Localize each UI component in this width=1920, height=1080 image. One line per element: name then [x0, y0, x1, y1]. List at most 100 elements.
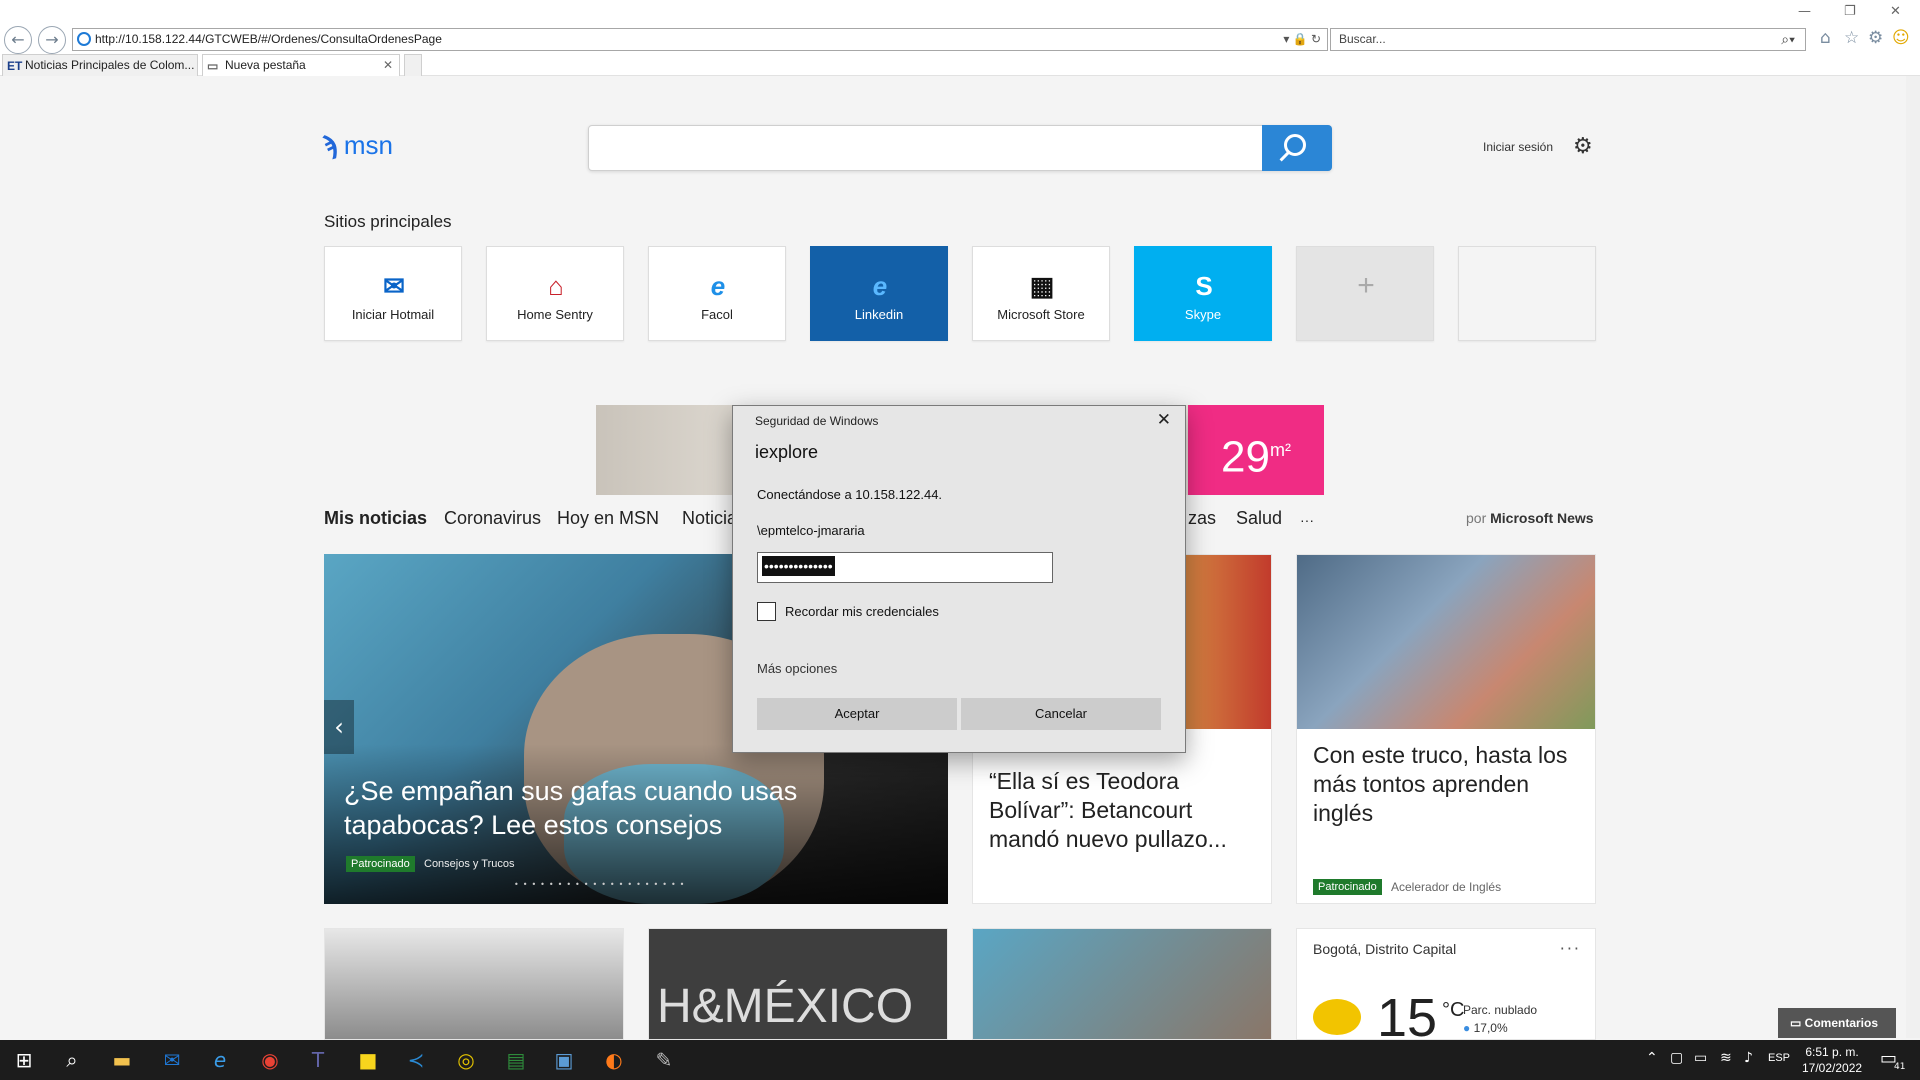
store-icon: ▦: [1029, 271, 1055, 301]
close-window-icon[interactable]: ✕: [1890, 4, 1901, 19]
card-source: Acelerador de Inglés: [1391, 880, 1502, 894]
search-icon: [1284, 134, 1306, 156]
favorites-star-icon[interactable]: ☆: [1844, 28, 1859, 48]
por-microsoft-news: por Microsoft News: [1466, 510, 1594, 526]
address-tools-icon[interactable]: ▾ 🔒 ↻: [1283, 29, 1321, 50]
new-tab-button[interactable]: [404, 54, 422, 76]
cancel-button[interactable]: Cancelar: [961, 698, 1161, 730]
droplet-icon: ●: [1463, 1021, 1471, 1035]
tile-label: Linkedin: [854, 307, 904, 322]
tile-linkedin[interactable]: e Linkedin: [810, 246, 948, 341]
nav-mis-noticias[interactable]: Mis noticias: [324, 508, 427, 529]
weather-card[interactable]: Bogotá, Distrito Capital ··· 15 °C Parc.…: [1296, 928, 1596, 1040]
skype-icon: S: [1195, 271, 1213, 301]
sticky-notes-icon[interactable]: ■: [356, 1048, 380, 1072]
nav-noticias[interactable]: Noticia: [682, 508, 737, 529]
news-card-people[interactable]: [324, 928, 624, 1040]
news-card-ingles[interactable]: Con este truco, hasta los más tontos apr…: [1296, 554, 1596, 904]
browser-chrome: ← → http://10.158.122.44/GTCWEB/#/Ordene…: [0, 0, 1920, 76]
card-title[interactable]: “Ella sí es Teodora Bolívar”: Betancourt…: [989, 767, 1259, 854]
close-tab-icon[interactable]: ✕: [383, 55, 393, 75]
forward-button[interactable]: →: [38, 26, 66, 54]
browser-search-box[interactable]: Buscar... ⌕▾: [1330, 28, 1806, 51]
address-bar[interactable]: http://10.158.122.44/GTCWEB/#/Ordenes/Co…: [72, 28, 1328, 51]
paint-icon[interactable]: ✎: [652, 1048, 676, 1072]
nav-hoy-en-msn[interactable]: Hoy en MSN: [557, 508, 659, 529]
tile-microsoft-store[interactable]: ▦ Microsoft Store: [972, 246, 1110, 341]
teams-icon[interactable]: T: [306, 1048, 330, 1072]
nav-more-icon[interactable]: ···: [1300, 512, 1314, 528]
home-icon[interactable]: ⌂: [1820, 28, 1831, 48]
internet-explorer-icon[interactable]: e: [208, 1048, 232, 1072]
nav-finanzas[interactable]: zas: [1188, 508, 1216, 529]
ad-price: 29m²: [1188, 405, 1324, 495]
app-icon[interactable]: ◎: [454, 1048, 478, 1072]
tile-add[interactable]: +: [1296, 246, 1434, 341]
back-button[interactable]: ←: [4, 26, 32, 54]
news-card-hm[interactable]: H&MÉXICO: [648, 928, 948, 1040]
remember-credentials-checkbox[interactable]: [757, 602, 776, 621]
volume-icon[interactable]: ♪: [1744, 1050, 1753, 1066]
weather-humidity: ● 17,0%: [1463, 1021, 1508, 1035]
accept-button[interactable]: Aceptar: [757, 698, 957, 730]
clock-time: 6:51 p. m.: [1805, 1045, 1859, 1059]
dialog-header: Seguridad de Windows: [755, 414, 879, 428]
tab-noticias[interactable]: ET Noticias Principales de Colom...: [2, 54, 198, 76]
start-icon[interactable]: ⊞: [12, 1048, 36, 1072]
comentarios-button[interactable]: ▭ Comentarios: [1778, 1008, 1896, 1038]
chevron-up-icon[interactable]: ⌃: [1646, 1050, 1658, 1066]
taskbar: ⊞ ⌕ ▬ ✉ e ◉ T ■ ≺ ◎ ▤ ▣ ◐ ✎ ⌃ ▢ ▭ ≋ ♪ ES…: [0, 1040, 1920, 1080]
tab-label: Nueva pestaña: [225, 58, 306, 72]
powerapps-icon[interactable]: ▣: [552, 1048, 576, 1072]
carousel-dots[interactable]: ••••••••••••••••••••: [514, 880, 688, 889]
settings-gear-icon[interactable]: ⚙: [1573, 134, 1593, 159]
notification-count: 41: [1894, 1062, 1906, 1072]
tile-label: Iniciar Hotmail: [351, 307, 435, 322]
search-icon[interactable]: ⌕▾: [1781, 29, 1795, 50]
tray-app-icon[interactable]: ▢: [1670, 1050, 1683, 1066]
chrome-icon[interactable]: ◉: [258, 1048, 282, 1072]
minimize-icon[interactable]: —: [1798, 4, 1811, 19]
msn-search-button[interactable]: [1262, 125, 1332, 171]
card-title[interactable]: Con este truco, hasta los más tontos apr…: [1313, 741, 1583, 828]
password-field[interactable]: ••••••••••••••: [757, 552, 1053, 583]
outlook-icon[interactable]: ✉: [160, 1048, 184, 1072]
clock[interactable]: 6:51 p. m. 17/02/2022: [1802, 1044, 1862, 1076]
hero-source: Consejos y Trucos: [424, 858, 515, 870]
smiley-icon[interactable]: ☺: [1892, 28, 1910, 48]
file-explorer-icon[interactable]: ▬: [110, 1048, 134, 1072]
remember-credentials-label[interactable]: Recordar mis credenciales: [785, 604, 939, 619]
home-sentry-icon: ⌂: [548, 271, 564, 301]
tile-home-sentry[interactable]: ⌂ Home Sentry: [486, 246, 624, 341]
wifi-icon[interactable]: ≋: [1720, 1050, 1732, 1066]
url-text: http://10.158.122.44/GTCWEB/#/Ordenes/Co…: [95, 32, 442, 46]
firefox-icon[interactable]: ◐: [602, 1048, 626, 1072]
tools-gear-icon[interactable]: ⚙: [1868, 28, 1883, 48]
more-options-icon[interactable]: ···: [1560, 939, 1581, 958]
msn-logo[interactable]: ϡ msn: [322, 130, 393, 161]
search-icon[interactable]: ⌕: [60, 1048, 84, 1072]
tile-skype[interactable]: S Skype: [1134, 246, 1272, 341]
news-card-mask[interactable]: [972, 928, 1272, 1040]
weather-location[interactable]: Bogotá, Distrito Capital: [1313, 941, 1456, 957]
battery-icon[interactable]: ▭: [1694, 1050, 1707, 1066]
nav-salud[interactable]: Salud: [1236, 508, 1282, 529]
carousel-prev-icon[interactable]: ‹: [324, 700, 354, 754]
tile-hotmail[interactable]: ✉ Iniciar Hotmail: [324, 246, 462, 341]
tab-nueva-pestana[interactable]: ▭ Nueva pestaña ✕: [202, 54, 400, 76]
signin-link[interactable]: Iniciar sesión: [1483, 140, 1553, 154]
hero-title[interactable]: ¿Se empañan sus gafas cuando usas tapabo…: [344, 774, 934, 842]
close-icon[interactable]: ✕: [1157, 410, 1171, 430]
vscode-icon[interactable]: ≺: [404, 1048, 428, 1072]
tile-facol[interactable]: e Facol: [648, 246, 786, 341]
more-options-link[interactable]: Más opciones: [757, 661, 837, 676]
weather-unit[interactable]: °C: [1442, 999, 1464, 1022]
tile-empty[interactable]: [1458, 246, 1596, 341]
msn-search-input[interactable]: [588, 125, 1332, 171]
nav-coronavirus[interactable]: Coronavirus: [444, 508, 541, 529]
restore-icon[interactable]: ❐: [1844, 4, 1856, 19]
dialog-username: \epmtelco-jmararia: [757, 523, 865, 538]
language-indicator[interactable]: ESP: [1768, 1052, 1790, 1064]
excel-icon[interactable]: ▤: [504, 1048, 528, 1072]
page-scrollbar[interactable]: [1906, 76, 1920, 1038]
